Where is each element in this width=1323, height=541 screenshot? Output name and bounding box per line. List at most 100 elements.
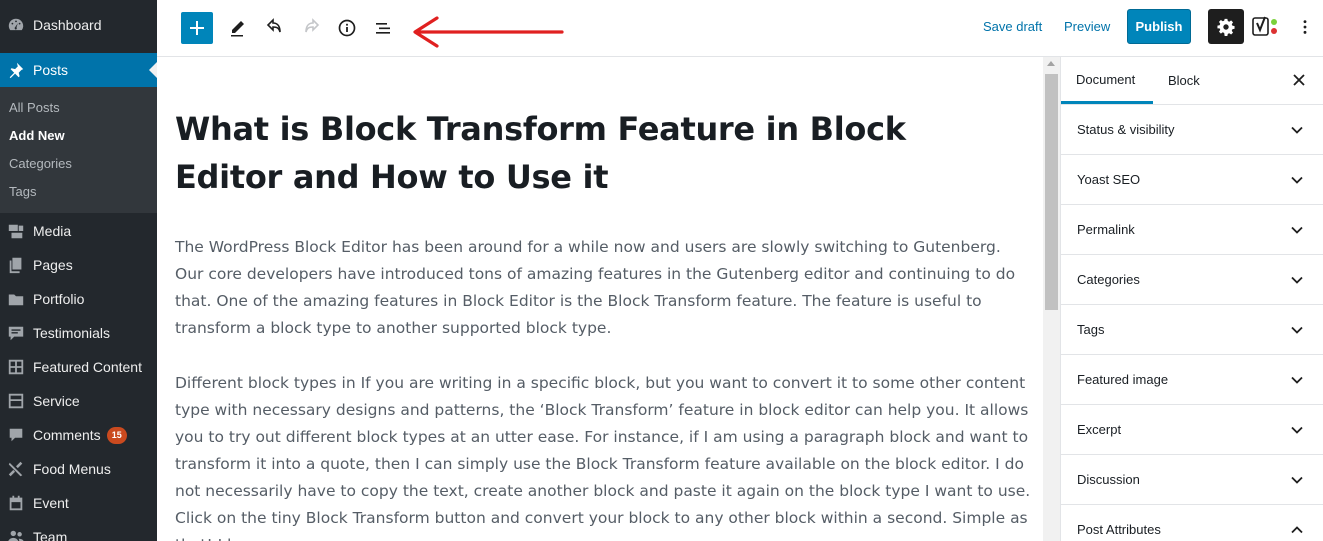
section-discussion[interactable]: Discussion <box>1061 455 1323 505</box>
chevron-down-icon <box>1291 226 1303 234</box>
list-view-icon <box>376 23 390 34</box>
chevron-down-icon <box>1291 126 1303 134</box>
tools-button[interactable] <box>221 12 253 44</box>
section-tags[interactable]: Tags <box>1061 305 1323 355</box>
dashboard-icon <box>6 15 26 35</box>
comment-icon <box>6 425 26 445</box>
folder-icon <box>6 289 26 309</box>
menu-item-featured-content[interactable]: Featured Content <box>0 350 157 384</box>
chevron-down-icon <box>1291 176 1303 184</box>
section-title: Yoast SEO <box>1077 172 1141 187</box>
menu-item-event[interactable]: Event <box>0 486 157 520</box>
comment-count-badge: 15 <box>106 426 127 444</box>
section-excerpt[interactable]: Excerpt <box>1061 405 1323 455</box>
undo-button[interactable] <box>259 12 291 44</box>
menu-label: Pages <box>33 257 73 273</box>
section-title: Categories <box>1077 272 1140 287</box>
chevron-up-icon <box>1291 526 1303 534</box>
menu-item-posts[interactable]: Posts <box>0 53 157 87</box>
section-featured-image[interactable]: Featured image <box>1061 355 1323 405</box>
section-title: Tags <box>1077 322 1105 337</box>
scroll-up-arrow[interactable] <box>1047 61 1055 66</box>
menu-item-food-menus[interactable]: Food Menus <box>0 452 157 486</box>
menu-label: Team <box>33 529 68 541</box>
chevron-down-icon <box>1291 476 1303 484</box>
menu-item-testimonials[interactable]: Testimonials <box>0 316 157 350</box>
chevron-down-icon <box>1291 326 1303 334</box>
calendar-icon <box>6 493 26 513</box>
menu-item-pages[interactable]: Pages <box>0 248 157 282</box>
more-options-button[interactable] <box>1297 14 1313 40</box>
section-status-visibility[interactable]: Status & visibility <box>1061 105 1323 155</box>
plus-icon <box>190 21 204 35</box>
block-navigation-button[interactable] <box>367 12 399 44</box>
chevron-down-icon <box>1291 426 1303 434</box>
submenu-categories[interactable]: Categories <box>9 156 72 171</box>
pin-icon <box>6 60 26 80</box>
menu-label: Comments <box>33 427 101 443</box>
section-title: Discussion <box>1077 472 1140 487</box>
section-permalink[interactable]: Permalink <box>1061 205 1323 255</box>
tab-document[interactable]: Document <box>1061 57 1153 104</box>
panel-tabs: Document Block <box>1061 57 1323 105</box>
section-categories[interactable]: Categories <box>1061 255 1323 305</box>
undo-icon <box>266 18 281 33</box>
menu-item-media[interactable]: Media <box>0 214 157 248</box>
section-post-attributes[interactable]: Post Attributes <box>1061 505 1323 541</box>
menu-label: Posts <box>33 62 69 78</box>
chevron-down-icon <box>1291 376 1303 384</box>
testimonial-icon <box>6 323 26 343</box>
menu-item-portfolio[interactable]: Portfolio <box>0 282 157 316</box>
editor-scrollbar[interactable] <box>1043 57 1060 541</box>
section-title: Featured image <box>1077 372 1169 387</box>
info-button[interactable] <box>331 12 363 44</box>
paragraph-block[interactable]: Different block types in If you are writ… <box>175 370 1033 541</box>
section-title: Excerpt <box>1077 422 1122 437</box>
menu-label: Food Menus <box>33 461 111 477</box>
section-title: Post Attributes <box>1077 522 1161 537</box>
scrollbar-thumb[interactable] <box>1045 74 1058 310</box>
publish-button[interactable]: Publish <box>1127 9 1191 44</box>
menu-item-service[interactable]: Service <box>0 384 157 418</box>
menu-label: Media <box>33 223 72 239</box>
settings-button[interactable] <box>1208 9 1244 44</box>
grid-icon <box>6 357 26 377</box>
menu-item-team[interactable]: Team <box>0 520 157 541</box>
redo-button[interactable] <box>295 12 327 44</box>
food-icon <box>6 459 26 479</box>
editor-canvas: What is Block Transform Feature in Block… <box>157 57 1043 541</box>
chevron-down-icon <box>1291 276 1303 284</box>
service-icon <box>6 391 26 411</box>
pencil-icon <box>231 21 244 37</box>
menu-item-dashboard[interactable]: Dashboard <box>0 8 157 42</box>
editor-toolbar: Save draft Preview Publish <box>157 0 1323 57</box>
section-title: Permalink <box>1077 222 1135 237</box>
menu-label: Featured Content <box>33 359 142 375</box>
close-icon[interactable] <box>1292 73 1306 87</box>
gear-icon <box>1217 18 1235 36</box>
save-draft-button[interactable]: Save draft <box>983 19 1042 34</box>
redo-icon <box>305 18 320 33</box>
info-icon <box>338 19 356 37</box>
menu-label: Dashboard <box>33 17 102 33</box>
yoast-button[interactable] <box>1252 14 1280 40</box>
submenu-add-new[interactable]: Add New <box>9 128 65 143</box>
post-title[interactable]: What is Block Transform Feature in Block… <box>175 105 1015 201</box>
tab-block[interactable]: Block <box>1153 57 1215 104</box>
yoast-icon <box>1252 16 1277 36</box>
posts-submenu: All Posts Add New Categories Tags <box>0 87 157 213</box>
team-icon <box>6 527 26 541</box>
preview-button[interactable]: Preview <box>1064 19 1110 34</box>
submenu-all-posts[interactable]: All Posts <box>9 100 60 115</box>
menu-label: Portfolio <box>33 291 85 307</box>
settings-sidebar: Document Block Status & visibility Yoast… <box>1060 57 1323 541</box>
paragraph-block[interactable]: The WordPress Block Editor has been arou… <box>175 234 1033 342</box>
submenu-tags[interactable]: Tags <box>9 184 36 199</box>
menu-item-comments[interactable]: Comments 15 <box>0 418 157 452</box>
add-block-button[interactable] <box>181 12 213 44</box>
media-icon <box>6 221 26 241</box>
menu-label: Testimonials <box>33 325 111 341</box>
section-yoast-seo[interactable]: Yoast SEO <box>1061 155 1323 205</box>
menu-label: Event <box>33 495 69 511</box>
menu-label: Service <box>33 393 80 409</box>
